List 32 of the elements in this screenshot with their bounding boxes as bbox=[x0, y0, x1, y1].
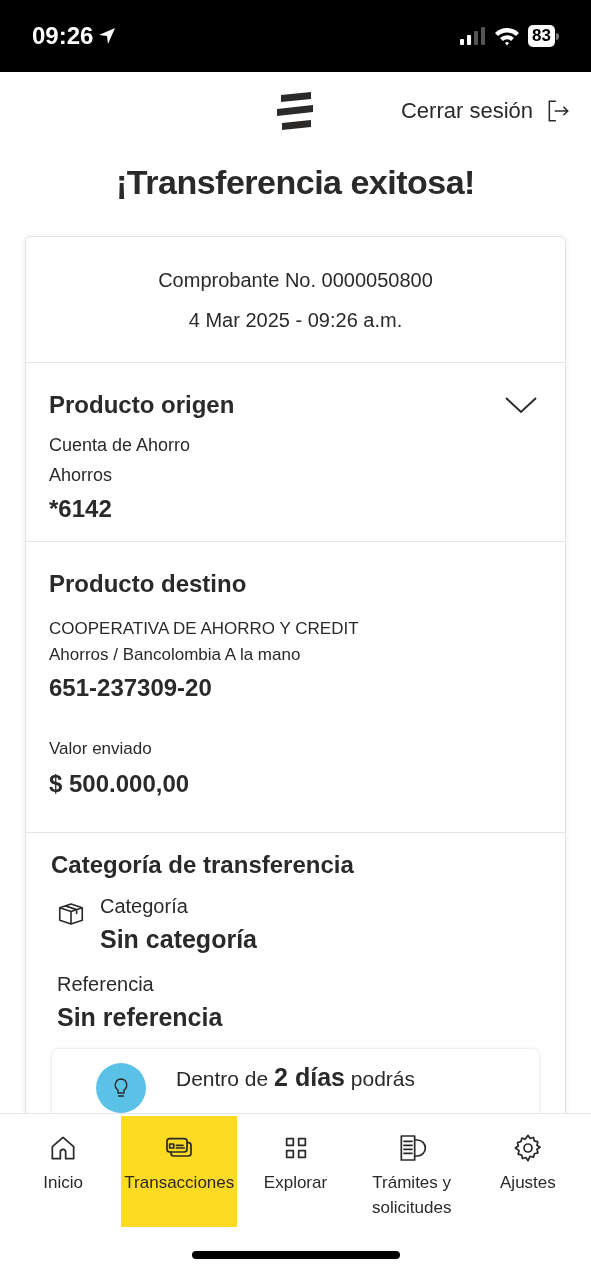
reference-value: Sin referencia bbox=[57, 1001, 224, 1033]
section-heading: Producto destino bbox=[49, 569, 248, 599]
account-detail: Ahorros / Bancolombia A la mano bbox=[49, 644, 302, 666]
chevron-icon[interactable] bbox=[504, 395, 538, 415]
account-detail: COOPERATIVA DE AHORRO Y CREDIT bbox=[49, 618, 360, 640]
receipt-date: 4 Mar 2025 - 09:26 a.m. bbox=[188, 307, 403, 333]
account-number: *6142 bbox=[49, 494, 113, 524]
nav-tab[interactable]: Ajustes bbox=[469, 1116, 586, 1227]
category-value: Sin categoría bbox=[100, 924, 257, 955]
section-heading: Categoría de transferencia bbox=[51, 850, 355, 880]
section-heading: Producto origen bbox=[49, 390, 235, 420]
account-detail: Ahorros bbox=[49, 464, 114, 487]
reference-label: Referencia bbox=[57, 971, 155, 997]
receipt-number: Comprobante No. 0000050800 bbox=[158, 267, 433, 293]
page-title: ¡Transferencia exitosa! bbox=[115, 162, 476, 203]
location-icon bbox=[97, 26, 118, 46]
signal-icon bbox=[460, 27, 487, 45]
account-detail: Cuenta de Ahorro bbox=[49, 434, 192, 457]
clock: 09:26 bbox=[32, 21, 94, 51]
battery-level: 83 bbox=[528, 25, 555, 47]
wifi-icon bbox=[494, 26, 521, 46]
lightbulb-icon bbox=[96, 1063, 146, 1113]
nav-tab[interactable]: Transacciones bbox=[121, 1116, 238, 1227]
tip-text: Dentro de 2 días podrás bbox=[176, 1063, 415, 1093]
logout-button[interactable]: Cerrar sesión bbox=[400, 94, 571, 127]
amount-label: Valor enviado bbox=[49, 738, 153, 760]
account-number: 651-237309-20 bbox=[49, 673, 213, 703]
category-label: Categoría bbox=[100, 894, 189, 919]
nav-tab[interactable]: Trámites y solicitudes bbox=[353, 1116, 470, 1227]
nav-tab[interactable]: Inicio bbox=[5, 1116, 122, 1227]
amount-value: $ 500.000,00 bbox=[49, 768, 191, 799]
nav-tab[interactable]: Explorar bbox=[237, 1116, 354, 1227]
